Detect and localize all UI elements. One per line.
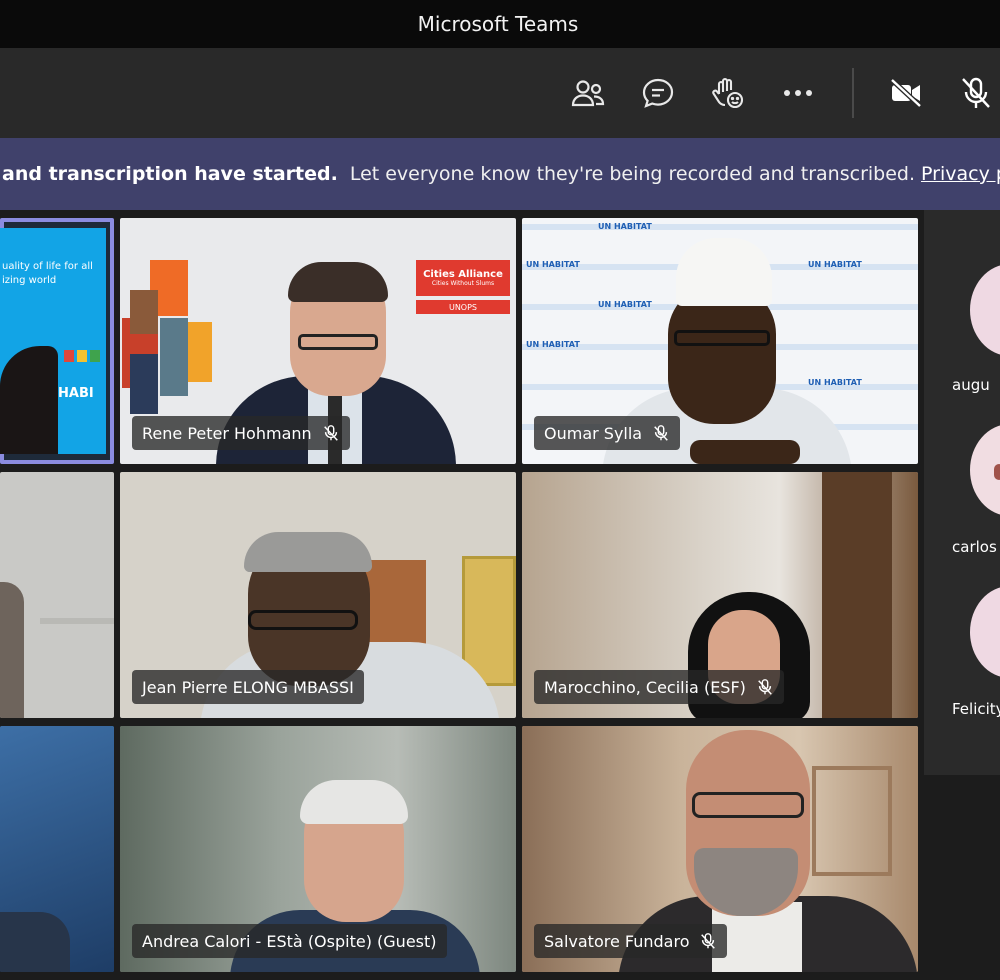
- background-frame: [812, 766, 892, 876]
- overflow-participant-name: augu: [952, 376, 990, 394]
- person-hair: [300, 780, 408, 824]
- raise-hand-icon: [712, 77, 744, 109]
- meeting-toolbar: [0, 48, 1000, 138]
- slide-badge: HABI: [58, 386, 94, 401]
- participant-name-tag: Salvatore Fundaro: [534, 924, 728, 958]
- mic-muted-icon: [701, 933, 716, 949]
- mic-toggle-button[interactable]: [954, 70, 998, 116]
- video-tile-oumar-sylla[interactable]: UN HABITAT UN HABITAT UN HABITAT UN HABI…: [522, 218, 918, 464]
- participant-name: Jean Pierre ELONG MBASSI: [142, 677, 354, 697]
- title-bar: Microsoft Teams: [0, 0, 1000, 48]
- background-door: [822, 472, 892, 718]
- privacy-policy-link[interactable]: Privacy policy: [921, 163, 1000, 185]
- mic-off-icon: [962, 77, 990, 108]
- person-hair: [288, 262, 388, 302]
- video-tile-marocchino-cecilia[interactable]: Marocchino, Cecilia (ESF): [522, 472, 918, 718]
- avatar[interactable]: [970, 586, 1000, 678]
- avatar[interactable]: [970, 264, 1000, 356]
- overflow-participant-name: Felicity: [952, 700, 1000, 718]
- participant-name: Oumar Sylla: [544, 423, 643, 443]
- person-hair: [244, 532, 372, 572]
- participant-name: Marocchino, Cecilia (ESF): [544, 677, 746, 697]
- video-tile-participant-4[interactable]: [0, 472, 114, 718]
- logo-org: UNOPS: [448, 302, 478, 312]
- chat-button[interactable]: [636, 70, 680, 116]
- overflow-participants-panel: augu carlos Felicity: [924, 210, 1000, 775]
- participant-name-tag: Jean Pierre ELONG MBASSI: [132, 670, 364, 704]
- video-stage: uality of life for all izing world HABI …: [0, 210, 1000, 980]
- person-glasses: [248, 610, 358, 630]
- mic-muted-icon: [323, 425, 338, 441]
- video-tile-jean-pierre-elong-mbassi[interactable]: Jean Pierre ELONG MBASSI: [120, 472, 516, 718]
- participant-name-tag: Marocchino, Cecilia (ESF): [534, 670, 784, 704]
- person-cap: [676, 238, 772, 306]
- participant-name-tag: Andrea Calori - EStà (Ospite) (Guest): [132, 924, 447, 958]
- video-tile-rene-peter-hohmann[interactable]: Cities Alliance Cities Without Slums UNO…: [120, 218, 516, 464]
- banner-message: Let everyone know they're being recorded…: [349, 163, 916, 185]
- mic-muted-icon: [758, 679, 772, 695]
- video-tile-andrea-calori[interactable]: Andrea Calori - EStà (Ospite) (Guest): [120, 726, 516, 972]
- slide-sdg-icons: [64, 350, 104, 364]
- person-silhouette: [0, 912, 70, 972]
- overflow-participant-name: carlos: [952, 538, 997, 556]
- avatar-detail: [994, 464, 1000, 480]
- logo-tagline: Cities Without Slums: [431, 280, 495, 287]
- recording-banner: and transcription have started. Let ever…: [0, 138, 1000, 210]
- participants-icon: [571, 80, 605, 107]
- participants-button[interactable]: [566, 70, 610, 116]
- person-glasses: [298, 334, 378, 350]
- logo-name: Cities Alliance: [423, 269, 503, 280]
- cities-alliance-logo: Cities Alliance Cities Without Slums: [416, 260, 510, 296]
- slide-line-2: izing world: [2, 275, 57, 286]
- video-tile-participant-7[interactable]: [0, 726, 114, 972]
- participant-name-tag: Oumar Sylla: [534, 416, 681, 450]
- camera-toggle-button[interactable]: [884, 70, 928, 116]
- more-actions-button[interactable]: [776, 70, 820, 116]
- participant-name: Salvatore Fundaro: [544, 931, 690, 951]
- backdrop-brand: UN HABITAT: [598, 222, 652, 231]
- person-glasses: [674, 330, 770, 346]
- chat-icon: [642, 78, 674, 108]
- banner-title: and transcription have started.: [2, 163, 338, 185]
- presenter-silhouette: [0, 346, 58, 454]
- more-icon: [784, 90, 812, 96]
- participant-name: Rene Peter Hohmann: [142, 423, 312, 443]
- background-shelf: [40, 618, 114, 624]
- slide-line-1: uality of life for all: [2, 261, 93, 272]
- person-glasses: [692, 792, 804, 818]
- window-title: Microsoft Teams: [417, 12, 579, 36]
- participant-name: Andrea Calori - EStà (Ospite) (Guest): [142, 931, 437, 951]
- mic-muted-icon: [654, 425, 668, 441]
- toolbar-divider: [852, 68, 854, 118]
- slide-text: uality of life for all izing world: [2, 260, 93, 288]
- person-hands: [690, 440, 800, 464]
- video-tile-shared-screen[interactable]: uality of life for all izing world HABI: [0, 218, 114, 464]
- video-tile-salvatore-fundaro[interactable]: Salvatore Fundaro: [522, 726, 918, 972]
- participant-name-tag: Rene Peter Hohmann: [132, 416, 350, 450]
- person-silhouette: [0, 582, 24, 718]
- raise-hand-button[interactable]: [706, 70, 750, 116]
- camera-off-icon: [890, 78, 922, 108]
